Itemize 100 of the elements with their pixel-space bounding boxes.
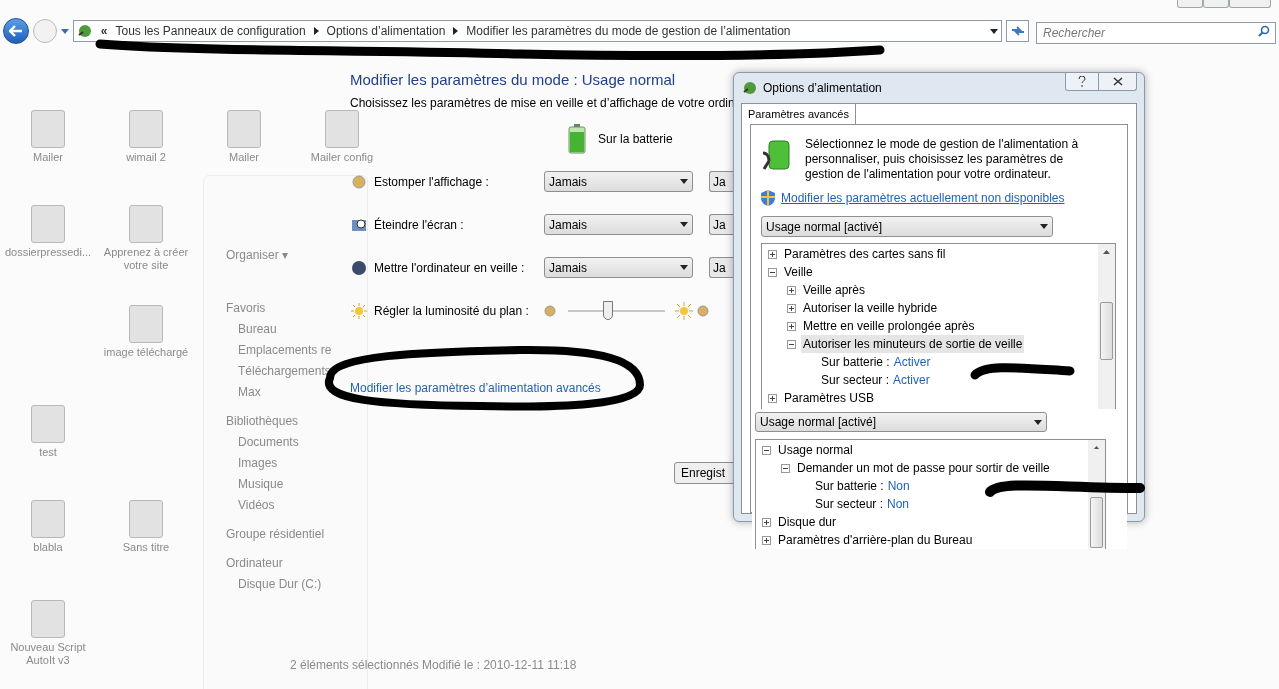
moon-icon <box>351 259 367 276</box>
desktop-icon-label[interactable]: Nouveau Script AutoIt v3 <box>2 641 94 667</box>
battery-select[interactable]: Jamais <box>544 257 693 278</box>
expand-icon[interactable] <box>768 249 777 259</box>
column-header: Sur la batterie <box>598 131 673 148</box>
caret-icon <box>1040 224 1048 229</box>
refresh-icon <box>1010 25 1025 37</box>
arrow-left-icon <box>8 25 23 37</box>
desktop-icon-label[interactable]: Apprenez à créer votre site <box>100 246 192 272</box>
scroll-up-icon[interactable] <box>1103 250 1110 254</box>
expand-icon[interactable] <box>768 393 777 403</box>
breadcrumb-item[interactable]: Modifier les paramètres du mode de gestion de l’alimentation <box>466 22 791 40</box>
expand-icon[interactable] <box>787 321 796 331</box>
file-icon <box>129 110 163 148</box>
file-icon <box>129 305 163 343</box>
tree-item[interactable]: Demander un mot de passe pour sortir de veille <box>795 459 1052 477</box>
tree-item[interactable]: Paramètres USB <box>782 389 877 407</box>
desktop-icon-label[interactable]: test <box>39 446 57 459</box>
dim-icon <box>544 304 556 317</box>
plugged-select[interactable]: Ja <box>709 214 733 235</box>
slider-thumb[interactable] <box>602 300 613 320</box>
expand-icon[interactable] <box>787 303 796 313</box>
setting-row[interactable]: Sur secteur : Activer <box>819 371 932 389</box>
plan-select[interactable]: Usage normal [activé] <box>755 412 1047 432</box>
setting-label: Estomper l'affichage : <box>374 173 489 191</box>
collapse-icon[interactable] <box>762 445 771 455</box>
refresh-button[interactable] <box>1006 20 1029 42</box>
save-button[interactable]: Enregist <box>674 462 733 484</box>
desktop-icon-label[interactable]: wimail 2 <box>126 151 166 164</box>
battery-select[interactable]: Jamais <box>544 171 693 192</box>
setting-label: Mettre l'ordinateur en veille : <box>374 259 525 277</box>
file-icon <box>31 500 65 538</box>
file-icon <box>31 600 65 638</box>
scrollbar[interactable] <box>1088 440 1105 548</box>
dialog-title: Options d’alimentation <box>763 80 882 97</box>
setting-row[interactable]: Sur secteur : Non <box>813 495 912 513</box>
shield-icon <box>761 190 775 206</box>
scrollbar[interactable] <box>1098 244 1115 412</box>
setting-label: Éteindre l'écran : <box>374 216 464 234</box>
breadcrumb-item[interactable]: Tous les Panneaux de configuration <box>115 22 306 40</box>
expand-icon[interactable] <box>787 285 796 295</box>
setting-label: Régler la luminosité du plan : <box>374 302 529 320</box>
file-icon <box>227 110 261 148</box>
tree-item[interactable]: Paramètres des cartes sans fil <box>782 245 948 263</box>
caret-icon <box>680 265 688 270</box>
expand-icon[interactable] <box>762 535 771 545</box>
tree-item[interactable]: Veille après <box>801 281 868 299</box>
advanced-settings-link[interactable]: Modifier les paramètres d’alimentation avancés <box>350 379 733 397</box>
caret-icon[interactable] <box>60 28 69 34</box>
tree-item[interactable]: Veille <box>782 263 815 281</box>
plugged-select[interactable]: Ja <box>709 171 733 192</box>
caret-icon <box>680 179 688 184</box>
scroll-up-icon[interactable] <box>1093 446 1100 450</box>
file-icon <box>129 205 163 243</box>
caret-icon <box>680 222 688 227</box>
tree-item[interactable]: Autoriser les minuteurs de sortie de veille <box>801 335 1025 353</box>
search-field[interactable]: Rechercher <box>1036 22 1276 44</box>
file-icon <box>31 110 65 148</box>
chevron-right-icon[interactable] <box>313 27 319 35</box>
tree-item[interactable]: Usage normal <box>776 441 855 459</box>
setting-row[interactable]: Sur batterie : Non <box>813 477 912 495</box>
file-icon <box>129 500 163 538</box>
sun-icon <box>351 302 367 319</box>
tree-item[interactable]: Autoriser la veille hybride <box>801 299 940 317</box>
sun-icon <box>675 301 693 320</box>
desktop-icon-label[interactable]: Mailer config <box>310 151 374 164</box>
dim-icon <box>697 304 709 317</box>
setting-row[interactable]: Sur batterie : Activer <box>819 353 933 371</box>
help-icon <box>1078 76 1086 87</box>
desktop-icon-label[interactable]: image téléchargé <box>103 346 189 359</box>
file-icon <box>325 110 359 148</box>
dialog-description: Sélectionnez le mode de gestion de l'alimentation à personnaliser, puis choisissez les paramètres de gestion de l'alimentation pour votre ordinateur. <box>805 137 1080 182</box>
close-icon <box>1112 77 1123 86</box>
tree-item[interactable]: Disque dur <box>776 513 839 531</box>
close-button[interactable] <box>1099 73 1137 91</box>
plugged-select[interactable]: Ja <box>709 257 733 278</box>
desktop-icon-label[interactable]: Sans titre <box>122 541 170 554</box>
page-title: Modifier les paramètres du mode : Usage normal <box>350 70 677 90</box>
expand-icon[interactable] <box>762 517 771 527</box>
battery-icon <box>568 124 586 154</box>
battery-select[interactable]: Jamais <box>544 214 693 235</box>
caret-icon <box>990 28 999 34</box>
search-icon <box>1258 25 1270 37</box>
caret-icon <box>1034 419 1042 425</box>
breadcrumb-bar[interactable]: « Tous les Panneaux de configuration Options d’alimentation Modifier les paramètres du mode de gestion de l’alimentation <box>72 20 1003 42</box>
chevron-right-icon[interactable] <box>453 27 459 35</box>
admin-settings-link[interactable]: Modifier les paramètres actuellement non disponibles <box>781 189 1065 207</box>
collapse-icon[interactable] <box>768 267 777 277</box>
back-button[interactable] <box>3 18 29 44</box>
collapse-icon[interactable] <box>787 339 796 349</box>
tree-item[interactable]: Mettre en veille prolongée après <box>801 317 977 335</box>
dim-display-icon <box>351 173 367 190</box>
plan-select[interactable]: Usage normal [activé] <box>761 216 1053 237</box>
breadcrumb-item[interactable]: Options d’alimentation <box>326 22 446 40</box>
collapse-icon[interactable] <box>781 463 790 473</box>
file-icon <box>31 405 65 443</box>
breadcrumb-overflow[interactable]: « <box>100 22 108 40</box>
file-icon <box>31 205 65 243</box>
brightness-slider[interactable] <box>568 300 665 321</box>
tree-item[interactable]: Paramètres d'arrière-plan du Bureau <box>776 531 975 549</box>
